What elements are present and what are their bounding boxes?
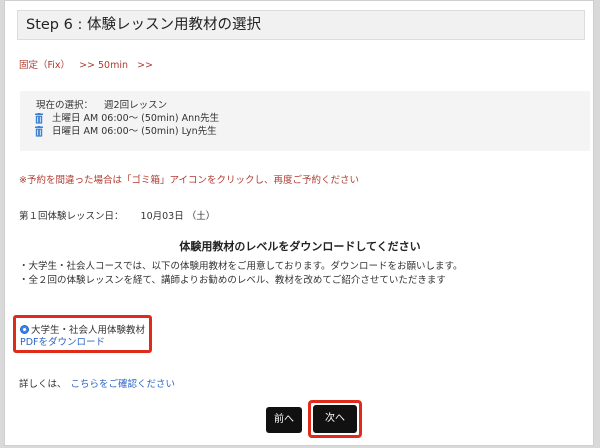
- material-radio[interactable]: [20, 324, 29, 334]
- first-lesson-date: 第１回体験レッスン日： 10月03日 （土）: [19, 208, 229, 222]
- step-title: Step 6 : 体験レッスン用教材の選択: [26, 17, 261, 33]
- breadcrumb-duration: >> 50min: [79, 60, 129, 71]
- download-note-2: ・全２回の体験レッスンを経て、講師よりお勧めのレベル、教材を改めてご紹介させてい…: [19, 275, 446, 286]
- download-heading: 体験用教材のレベルをダウンロードしてください: [179, 240, 421, 253]
- trash-icon[interactable]: [34, 126, 44, 137]
- material-option-highlight: 大学生・社会人用体験教材 PDFをダウンロード: [13, 315, 152, 353]
- download-note-1: ・大学生・社会人コースでは、以下の体験用教材をご用意しております。ダウンロードを…: [19, 261, 463, 272]
- lesson-slot-1: 土曜日 AM 06:00〜 (50min) Ann先生: [34, 112, 576, 125]
- first-lesson-value: 10月03日 （土）: [140, 211, 216, 222]
- selection-label: 現在の選択：: [36, 100, 94, 111]
- details-line: 詳しくは、 こちらをご確認ください: [19, 376, 175, 390]
- lesson-slot-text: 土曜日 AM 06:00〜 (50min) Ann先生: [52, 113, 220, 124]
- page-frame: Step 6 : 体験レッスン用教材の選択 固定（Fix） >> 50min >…: [4, 0, 594, 446]
- trash-icon[interactable]: [34, 113, 44, 124]
- breadcrumb-arrow: >>: [137, 60, 153, 71]
- current-selection-panel: 現在の選択： 週2回レッスン 土曜日 AM 06:00〜 (50min) Ann…: [20, 91, 590, 151]
- breadcrumb-plan: 固定（Fix）: [19, 60, 71, 71]
- download-notes: ・大学生・社会人コースでは、以下の体験用教材をご用意しております。ダウンロードを…: [19, 260, 463, 288]
- pdf-download-link[interactable]: PDFをダウンロード: [20, 336, 145, 350]
- lesson-slot-text: 日曜日 AM 06:00〜 (50min) Lyn先生: [52, 126, 217, 137]
- material-radio-option[interactable]: 大学生・社会人用体験教材: [20, 322, 145, 336]
- reservation-warning: ※予約を間違った場合は「ゴミ箱」アイコンをクリックし、再度ご予約ください: [19, 175, 359, 186]
- breadcrumb: 固定（Fix） >> 50min >>: [19, 57, 159, 71]
- next-button[interactable]: 次へ: [313, 405, 357, 433]
- first-lesson-label: 第１回体験レッスン日：: [19, 211, 124, 222]
- prev-button[interactable]: 前へ: [266, 407, 302, 433]
- details-label: 詳しくは、: [19, 379, 67, 390]
- details-link[interactable]: こちらをご確認ください: [71, 379, 176, 390]
- material-label: 大学生・社会人用体験教材: [31, 325, 146, 336]
- selection-value: 週2回レッスン: [104, 100, 168, 111]
- selection-summary: 現在の選択： 週2回レッスン: [34, 99, 576, 112]
- lesson-slot-2: 日曜日 AM 06:00〜 (50min) Lyn先生: [34, 125, 576, 138]
- step-header: Step 6 : 体験レッスン用教材の選択: [17, 10, 585, 40]
